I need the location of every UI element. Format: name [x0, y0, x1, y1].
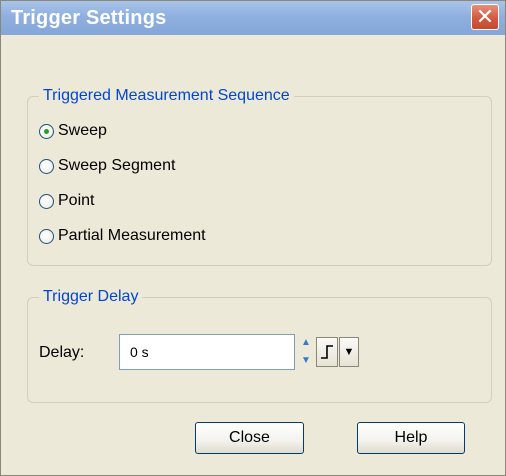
- radio-partial-measurement-label: Partial Measurement: [58, 227, 206, 244]
- sequence-group-legend: Triggered Measurement Sequence: [39, 87, 294, 105]
- delay-dropdown-button[interactable]: ▼: [339, 337, 359, 367]
- title-bar[interactable]: Trigger Settings ✕: [1, 1, 505, 35]
- radio-selected-icon: [39, 123, 54, 139]
- trigger-delay-group-legend: Trigger Delay: [39, 288, 143, 306]
- delay-spinner[interactable]: ▲ ▼: [298, 334, 314, 370]
- radio-sweep-label: Sweep: [58, 122, 107, 139]
- radio-sweep[interactable]: Sweep: [39, 120, 107, 142]
- radio-partial-measurement[interactable]: Partial Measurement: [39, 225, 206, 247]
- radio-sweep-segment[interactable]: Sweep Segment: [39, 155, 175, 177]
- radio-point-label: Point: [58, 192, 95, 209]
- spin-up-icon[interactable]: ▲: [300, 334, 312, 351]
- chevron-down-icon: ▼: [343, 346, 355, 358]
- radio-unselected-icon: [39, 158, 54, 174]
- step-icon: [321, 345, 333, 359]
- radio-sweep-segment-label: Sweep Segment: [58, 157, 176, 174]
- delay-label: Delay:: [39, 344, 85, 361]
- radio-unselected-icon: [39, 193, 54, 209]
- close-icon: ✕: [475, 4, 495, 29]
- radio-point[interactable]: Point: [39, 190, 94, 212]
- radio-unselected-icon: [39, 228, 54, 244]
- close-button[interactable]: Close: [195, 422, 304, 454]
- window-close-button[interactable]: ✕: [471, 4, 499, 30]
- window-title: Trigger Settings: [11, 7, 167, 29]
- help-button[interactable]: Help: [357, 422, 465, 454]
- step-size-button[interactable]: [316, 337, 338, 367]
- trigger-settings-dialog: Trigger Settings ✕ Triggered Measurement…: [0, 0, 506, 476]
- spin-down-icon[interactable]: ▼: [300, 352, 312, 369]
- delay-input[interactable]: 0 s: [119, 334, 295, 370]
